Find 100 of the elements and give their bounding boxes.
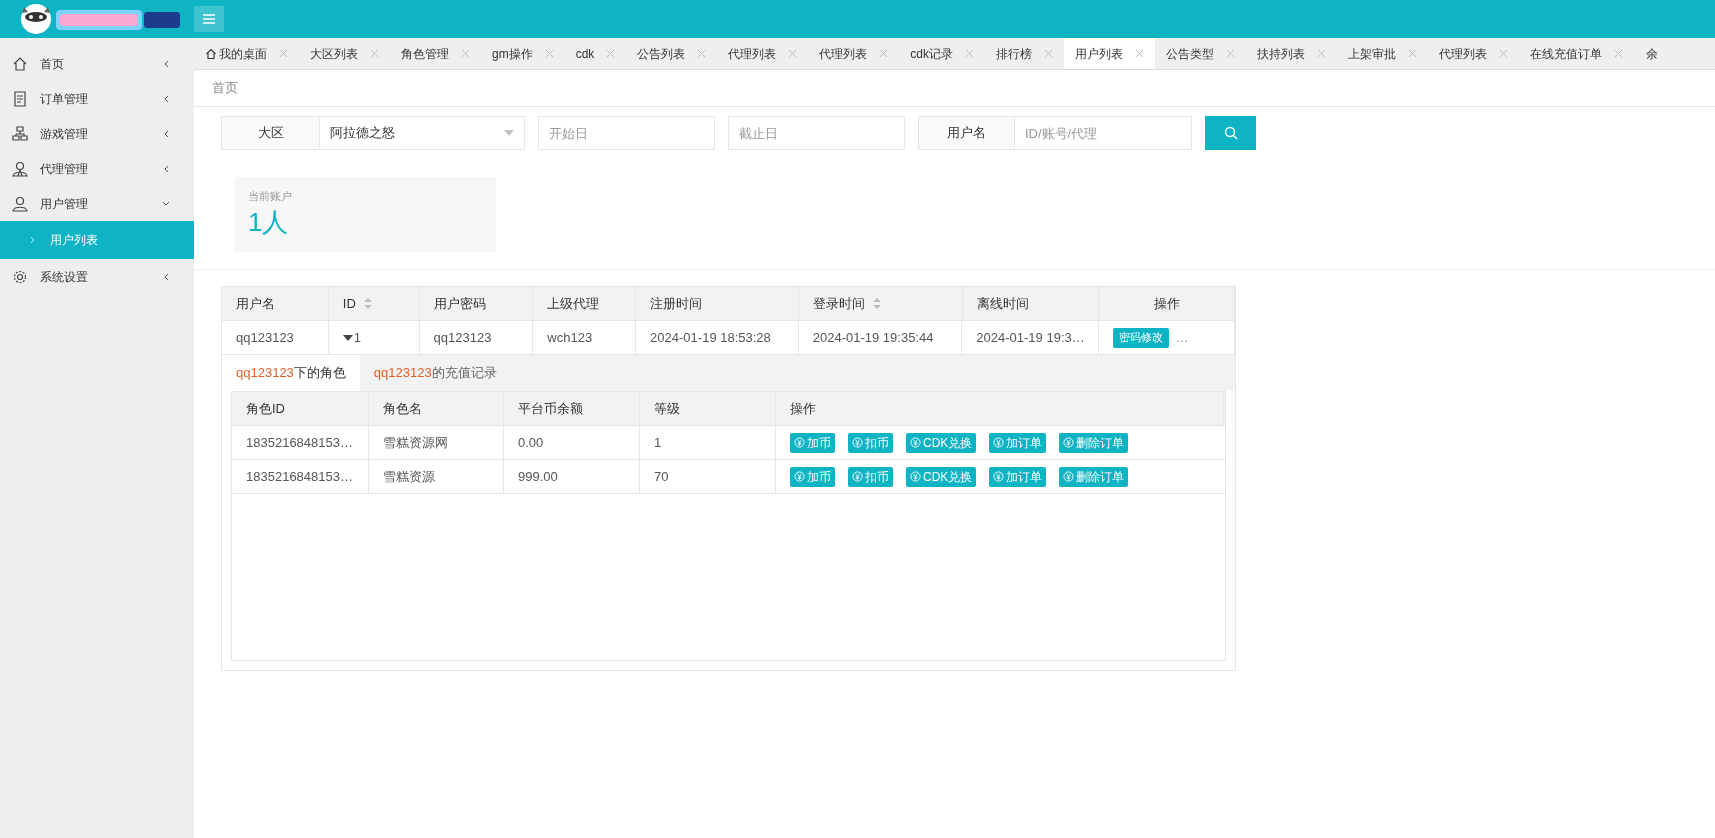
- yen-icon: [910, 471, 921, 482]
- yen-icon: [910, 437, 921, 448]
- close-icon[interactable]: [1044, 49, 1054, 58]
- tab[interactable]: 大区列表: [299, 38, 390, 69]
- table-cell: 1: [640, 426, 776, 459]
- stat-value: 1人: [248, 205, 290, 239]
- sub-tab[interactable]: qq123123的充值记录: [359, 355, 511, 391]
- tab[interactable]: 代理列表: [808, 38, 900, 69]
- id-cell: 1: [328, 321, 420, 354]
- column-header: 用户名: [222, 287, 329, 320]
- close-icon[interactable]: [697, 49, 707, 58]
- table-cell: 雪糕资源: [369, 460, 504, 493]
- sidebar-item[interactable]: 订单管理: [0, 81, 194, 116]
- column-header[interactable]: ID: [328, 287, 420, 320]
- sort-icon[interactable]: [363, 298, 372, 309]
- document-icon: [12, 90, 28, 107]
- chevron-right-icon: [30, 236, 36, 244]
- close-icon[interactable]: [1499, 49, 1509, 58]
- sitemap-icon: [12, 125, 28, 142]
- column-header: 注册时间: [636, 287, 799, 320]
- column-header: 操作: [1099, 287, 1235, 320]
- close-icon[interactable]: [279, 49, 288, 58]
- tab[interactable]: 上架审批: [1337, 38, 1429, 69]
- table-cell: 1835216848153…: [232, 460, 369, 493]
- tab[interactable]: 用户列表: [1064, 38, 1156, 69]
- column-header[interactable]: 登录时间: [798, 287, 963, 320]
- table-cell: 2024-01-19 19:3…: [962, 321, 1100, 354]
- close-icon[interactable]: [1614, 49, 1624, 58]
- table-cell: 2024-01-19 18:53:28: [636, 321, 799, 354]
- close-icon[interactable]: [461, 49, 470, 58]
- yen-icon: [794, 471, 805, 482]
- yen-icon: [794, 437, 805, 448]
- close-icon[interactable]: [1226, 49, 1236, 58]
- tab[interactable]: 角色管理: [390, 38, 481, 69]
- tab[interactable]: 我的桌面: [194, 38, 299, 69]
- home-icon: [205, 47, 217, 60]
- table-cell: 雪糕资源网: [369, 426, 504, 459]
- tab[interactable]: cdk: [564, 38, 627, 69]
- tab[interactable]: 在线充值订单: [1519, 38, 1635, 69]
- close-icon[interactable]: [879, 49, 889, 58]
- sidebar-item[interactable]: 系统设置: [0, 259, 194, 294]
- sort-icon[interactable]: [872, 298, 881, 309]
- stat-label: 当前账户: [248, 189, 293, 204]
- home-icon: [12, 55, 28, 72]
- close-icon[interactable]: [965, 49, 975, 58]
- column-header: 操作: [776, 392, 1224, 425]
- table-cell: qq123123: [419, 321, 534, 354]
- user-icon: [12, 195, 28, 212]
- close-icon[interactable]: [544, 49, 554, 58]
- close-icon[interactable]: [370, 49, 379, 58]
- sub-tab[interactable]: qq123123下的角色: [222, 355, 360, 391]
- close-icon[interactable]: [788, 49, 798, 58]
- close-icon[interactable]: [1408, 49, 1418, 58]
- menu-button[interactable]: [194, 6, 224, 32]
- table-cell: wch123: [533, 321, 637, 354]
- close-icon[interactable]: [1317, 49, 1327, 58]
- tab[interactable]: 扶持列表: [1246, 38, 1338, 69]
- tab[interactable]: 余: [1634, 38, 1659, 69]
- username-label: 用户名: [918, 116, 1015, 150]
- yen-icon: [993, 471, 1005, 482]
- table-cell: 0.00: [504, 426, 640, 459]
- region-select[interactable]: 阿拉德之怒: [320, 116, 525, 150]
- column-header: 离线时间: [962, 287, 1100, 320]
- table-cell: 1835216848153…: [232, 426, 369, 459]
- column-header: 角色ID: [232, 392, 369, 425]
- tab[interactable]: 代理列表: [1428, 38, 1520, 69]
- sidebar-item[interactable]: 游戏管理: [0, 116, 194, 151]
- yen-icon: [993, 437, 1005, 448]
- search-icon: [1223, 126, 1238, 140]
- username-field[interactable]: ID/账号/代理: [1015, 116, 1192, 150]
- tab[interactable]: 公告列表: [626, 38, 718, 69]
- column-header: 角色名: [369, 392, 504, 425]
- caret-down-icon[interactable]: [342, 334, 353, 341]
- table-cell: 999.00: [504, 460, 640, 493]
- tab[interactable]: 排行榜: [985, 38, 1065, 69]
- close-icon[interactable]: [1135, 49, 1145, 58]
- tab[interactable]: gm操作: [481, 38, 565, 69]
- column-header: 上级代理: [533, 287, 637, 320]
- table-cell: 70: [640, 460, 776, 493]
- end-date-field[interactable]: 截止日: [728, 116, 905, 150]
- sidebar-item[interactable]: 首页: [0, 46, 194, 81]
- column-header: 等级: [640, 392, 776, 425]
- start-date-field[interactable]: 开始日: [538, 116, 715, 150]
- menu-icon: [203, 14, 215, 24]
- sidebar-item[interactable]: 代理管理: [0, 151, 194, 186]
- tab[interactable]: 代理列表: [717, 38, 809, 69]
- user-tie-icon: [12, 160, 28, 177]
- caret-icon: [504, 130, 514, 136]
- close-icon[interactable]: [606, 49, 616, 58]
- yen-icon: [852, 437, 863, 448]
- sidebar-item[interactable]: 用户管理: [0, 186, 194, 221]
- tab[interactable]: 公告类型: [1155, 38, 1247, 69]
- search-button[interactable]: [1205, 116, 1256, 150]
- tab[interactable]: cdk记录: [899, 38, 986, 69]
- more-text: …: [1175, 328, 1189, 347]
- region-label: 大区: [221, 116, 320, 150]
- breadcrumb: 首页: [212, 79, 238, 98]
- column-header: 平台币余额: [504, 392, 640, 425]
- settings-icon: [12, 268, 28, 285]
- yen-icon: [1063, 437, 1075, 448]
